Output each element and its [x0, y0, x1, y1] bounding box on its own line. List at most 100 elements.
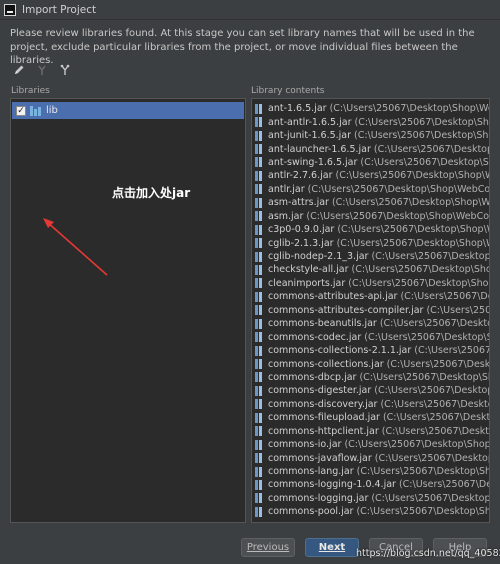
file-row[interactable]: cglib-nodep-2.1_3.jar (C:\Users\25067\Des…	[252, 250, 489, 263]
file-row[interactable]: commons-collections-2.1.1.jar (C:\Users\2…	[252, 344, 489, 357]
jar-file-icon	[255, 412, 262, 423]
jar-file-icon	[255, 103, 262, 114]
libraries-list[interactable]: ✓ lib	[10, 98, 246, 523]
watermark: https://blog.csdn.net/qq_40582306	[356, 548, 500, 559]
file-row[interactable]: commons-discovery.jar (C:\Users\25067\Des…	[252, 398, 489, 411]
file-row[interactable]: ant-swing-1.6.5.jar (C:\Users\25067\Deskt…	[252, 156, 489, 169]
jar-file-icon	[255, 117, 262, 128]
annotation-text: 点击加入处jar	[112, 186, 191, 200]
pencil-icon[interactable]	[12, 63, 26, 77]
jar-file-icon	[255, 506, 262, 517]
file-row[interactable]: checkstyle-all.jar (C:\Users\25067\Deskto…	[252, 263, 489, 276]
file-row[interactable]: ant-antlr-1.6.5.jar (C:\Users\25067\Deskt…	[252, 115, 489, 128]
libraries-label: Libraries	[11, 86, 50, 96]
file-path: (C:\Users\25067\Desktop\Shop\Web	[344, 439, 490, 451]
file-path: (C:\Users\25067\Desktop\Shop\Web	[348, 277, 489, 289]
file-path: (C:\Users\25067\Desktop\Shop\WebContent\	[307, 183, 490, 195]
file-name: commons-dbcp.jar	[268, 371, 357, 383]
jar-file-icon	[255, 157, 262, 168]
file-row[interactable]: commons-fileupload.jar (C:\Users\25067\De…	[252, 411, 490, 424]
jar-file-icon	[255, 291, 262, 302]
jar-file-icon	[255, 332, 262, 343]
file-name: commons-attributes-compiler.jar	[268, 304, 424, 316]
jar-file-icon	[255, 359, 262, 370]
file-path: (C:\Users\25067\Desktop\Shop\WebCon	[354, 130, 489, 142]
file-row[interactable]: commons-codec.jar (C:\Users\25067\Desktop…	[252, 330, 489, 343]
file-row[interactable]: commons-logging.jar (C:\Users\25067\Deskt…	[252, 492, 489, 505]
jar-file-icon	[255, 170, 262, 181]
file-path: (C:\Users\25067\Desktop\	[398, 479, 490, 491]
file-path: (C:\Users\25067\Desktop\Shop\We	[356, 466, 489, 478]
file-name: antlr.jar	[268, 183, 305, 195]
jar-file-icon	[255, 439, 262, 450]
file-name: commons-fileupload.jar	[268, 412, 380, 424]
file-path: (C:\Users\25067\Desktop\Sho	[381, 425, 490, 437]
merge-icon[interactable]	[35, 63, 49, 77]
file-row[interactable]: commons-beanutils.jar (C:\Users\25067\Des…	[252, 317, 489, 330]
file-row[interactable]: antlr.jar (C:\Users\25067\Desktop\Shop\We…	[252, 183, 490, 196]
file-name: commons-collections.jar	[268, 358, 384, 370]
split-icon[interactable]	[58, 63, 72, 77]
library-contents-list[interactable]: ant-1.6.5.jar (C:\Users\25067\Desktop\Sho…	[251, 98, 490, 523]
file-name: commons-attributes-api.jar	[268, 291, 398, 303]
file-name: commons-pool.jar	[268, 506, 354, 518]
file-row[interactable]: c3p0-0.9.0.jar (C:\Users\25067\Desktop\Sh…	[252, 223, 489, 236]
jar-file-icon	[255, 345, 262, 356]
jar-file-icon	[255, 385, 262, 396]
library-toolbar	[12, 62, 72, 78]
annotation-arrow-icon	[43, 218, 108, 276]
file-row[interactable]: commons-javaflow.jar (C:\Users\25067\Desk…	[252, 451, 489, 464]
file-name: commons-logging-1.0.4.jar	[268, 479, 396, 491]
library-checkbox[interactable]: ✓	[16, 105, 26, 116]
next-button[interactable]: Next	[305, 538, 359, 557]
file-row[interactable]: commons-io.jar (C:\Users\25067\Desktop\Sh…	[252, 438, 490, 451]
file-row[interactable]: cleanimports.jar (C:\Users\25067\Desktop\…	[252, 277, 489, 290]
file-row[interactable]: asm.jar (C:\Users\25067\Desktop\Shop\WebC…	[252, 210, 489, 223]
jar-file-icon	[255, 466, 262, 477]
file-path: (C:\Users\25067\Desktop\Sh	[382, 412, 490, 424]
file-name: c3p0-0.9.0.jar	[268, 224, 335, 236]
file-row[interactable]: commons-attributes-compiler.jar (C:\Users…	[252, 304, 489, 317]
file-row[interactable]: commons-dbcp.jar (C:\Users\25067\Desktop\…	[252, 371, 489, 384]
file-row[interactable]: ant-launcher-1.6.5.jar (C:\Users\25067\De…	[252, 142, 489, 155]
jar-file-icon	[255, 197, 262, 208]
file-row[interactable]: commons-collections.jar (C:\Users\25067\D…	[252, 357, 489, 370]
file-path: (C:\Users\25067\Desktop\Shop\W	[359, 371, 489, 383]
file-row[interactable]: asm-attrs.jar (C:\Users\25067\Desktop\Sho…	[252, 196, 489, 209]
file-row[interactable]: antlr-2.7.6.jar (C:\Users\25067\Desktop\S…	[252, 169, 489, 182]
jar-file-icon	[255, 479, 262, 490]
file-name: antlr-2.7.6.jar	[268, 170, 333, 182]
jar-file-icon	[255, 238, 262, 249]
file-name: checkstyle-all.jar	[268, 264, 349, 276]
file-row[interactable]: commons-digester.jar (C:\Users\25067\Desk…	[252, 384, 489, 397]
file-path: (C:\Users\25067\Desktop\Shop\WebContent	[329, 103, 489, 115]
jar-file-icon	[255, 211, 262, 222]
file-name: asm-attrs.jar	[268, 197, 329, 209]
review-description: Please review libraries found. At this s…	[10, 28, 475, 66]
file-row[interactable]: commons-attributes-api.jar (C:\Users\2506…	[252, 290, 489, 303]
file-name: commons-io.jar	[268, 439, 342, 451]
file-path: (C:\Users\25067\Desktop\Shop\Web	[351, 264, 489, 276]
library-name: lib	[46, 105, 58, 116]
file-path: (C:\Users\25067\Desktop\Shop\W	[371, 251, 489, 263]
file-path: (C:\Users\25067\Desktop\Shop\WebCon	[336, 237, 489, 249]
file-name: ant-launcher-1.6.5.jar	[268, 143, 371, 155]
file-row[interactable]: commons-logging-1.0.4.jar (C:\Users\25067…	[252, 478, 490, 491]
file-row[interactable]: commons-httpclient.jar (C:\Users\25067\De…	[252, 425, 490, 438]
jar-file-icon	[255, 453, 262, 464]
file-path: (C:\Users\25067\Desktop\Shop\W	[356, 506, 490, 518]
file-row[interactable]: ant-1.6.5.jar (C:\Users\25067\Desktop\Sho…	[252, 102, 489, 115]
file-row[interactable]: cglib-2.1.3.jar (C:\Users\25067\Desktop\S…	[252, 236, 489, 249]
file-name: ant-junit-1.6.5.jar	[268, 130, 352, 142]
library-icon	[30, 105, 42, 116]
file-path: (C:\Users\25067\Desktop\	[400, 291, 489, 303]
jar-file-icon	[255, 399, 262, 410]
previous-button[interactable]: Previous	[241, 538, 295, 557]
file-row[interactable]: ant-junit-1.6.5.jar (C:\Users\25067\Deskt…	[252, 129, 489, 142]
file-name: asm.jar	[268, 210, 304, 222]
file-path: (C:\Users\25067\Desktop\Shop\W	[373, 143, 489, 155]
library-item-lib[interactable]: ✓ lib	[12, 102, 244, 119]
file-row[interactable]: commons-pool.jar (C:\Users\25067\Desktop\…	[252, 505, 490, 518]
file-row[interactable]: commons-lang.jar (C:\Users\25067\Desktop\…	[252, 465, 489, 478]
file-name: commons-discovery.jar	[268, 398, 378, 410]
